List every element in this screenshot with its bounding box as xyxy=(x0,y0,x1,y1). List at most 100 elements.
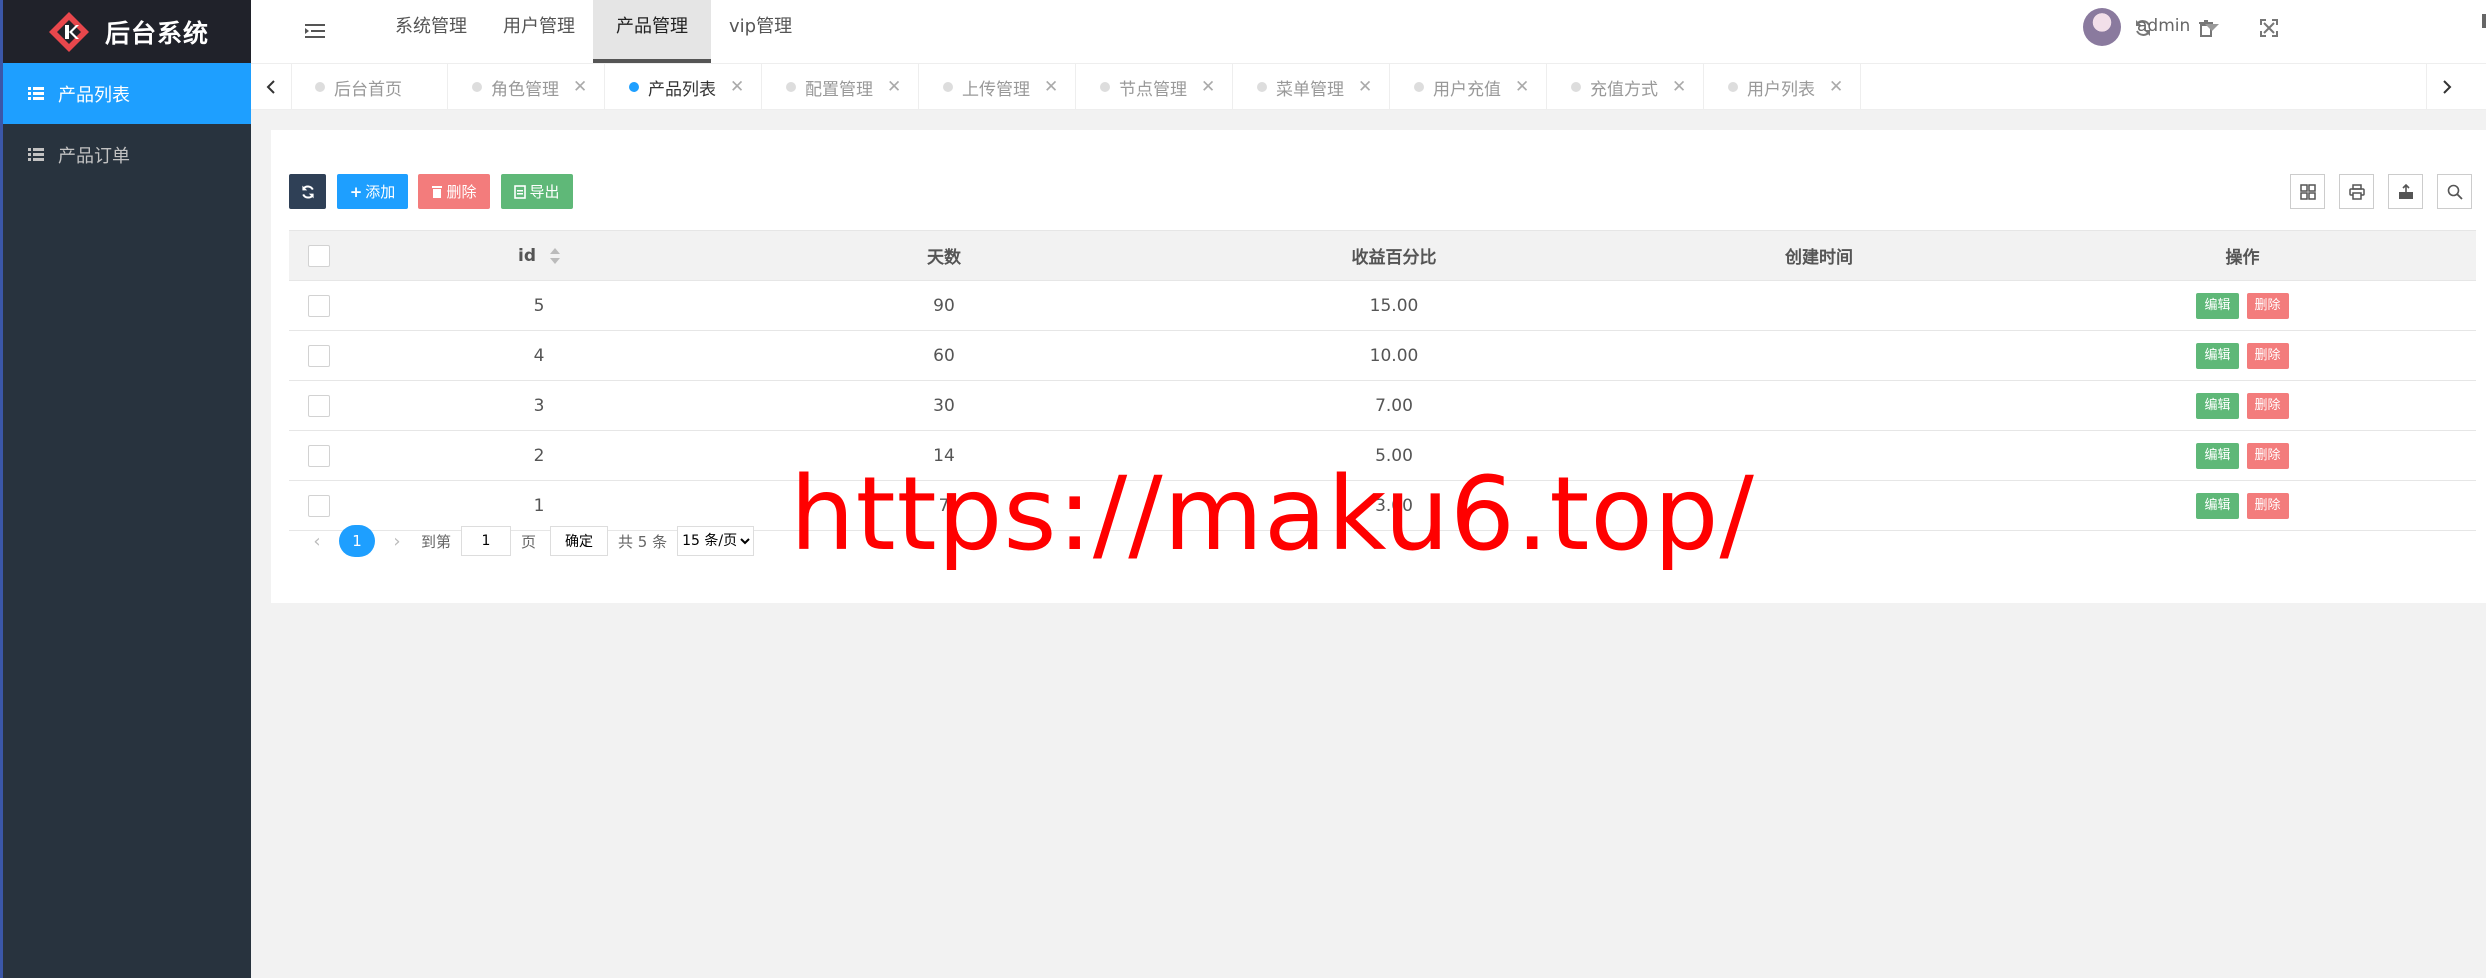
tab-home[interactable]: 后台首页 xyxy=(291,64,448,110)
cell-created xyxy=(1629,280,2009,331)
total-count: 共 5 条 xyxy=(618,532,668,551)
tab-dot xyxy=(1571,82,1581,92)
row-select-cell xyxy=(289,430,349,481)
cell-created xyxy=(1629,380,2009,431)
row-checkbox[interactable] xyxy=(308,394,330,417)
close-icon[interactable]: ✕ xyxy=(1044,77,1058,97)
row-delete-button[interactable]: 删除 xyxy=(2246,392,2289,419)
add-button[interactable]: + 添加 xyxy=(337,174,408,209)
tab-scroll-right[interactable] xyxy=(2426,64,2467,110)
columns-button[interactable] xyxy=(2290,174,2325,209)
table-row: 5 90 15.00 编辑 删除 xyxy=(289,280,2476,331)
select-all-checkbox[interactable] xyxy=(308,244,330,267)
sort-icon[interactable] xyxy=(550,247,560,264)
row-delete-button[interactable]: 删除 xyxy=(2246,492,2289,519)
export-file-button[interactable] xyxy=(2388,174,2423,209)
goto-page-input[interactable] xyxy=(461,526,512,556)
pagination: ‹ 1 › 到第 页 确定 共 5 条 15 条/页 xyxy=(307,525,755,557)
edit-button[interactable]: 编辑 xyxy=(2196,342,2239,369)
sidebar-item-product-list[interactable]: 产品列表 xyxy=(3,63,251,124)
tab-label: 节点管理 xyxy=(1119,79,1187,100)
chevron-down-icon[interactable] xyxy=(2205,24,2219,31)
cell-days: 60 xyxy=(729,330,1159,381)
row-select-cell xyxy=(289,480,349,531)
goto-label: 到第 xyxy=(421,532,452,551)
row-delete-button[interactable]: 删除 xyxy=(2246,292,2289,319)
close-icon[interactable]: ✕ xyxy=(573,77,587,97)
page-number-current[interactable]: 1 xyxy=(339,525,375,557)
list-icon xyxy=(28,148,44,161)
export-button[interactable]: 导出 xyxy=(501,174,573,209)
close-icon[interactable]: ✕ xyxy=(1358,77,1372,97)
avatar[interactable] xyxy=(2083,8,2121,46)
column-header-created: 创建时间 xyxy=(1629,230,2009,281)
row-delete-button[interactable]: 删除 xyxy=(2246,342,2289,369)
close-icon[interactable]: ✕ xyxy=(1201,77,1215,97)
edit-button[interactable]: 编辑 xyxy=(2196,442,2239,469)
sidebar-item-label: 产品订单 xyxy=(58,145,130,167)
top-nav: 系统管理 用户管理 产品管理 vip管理 xyxy=(377,0,810,63)
column-header-id[interactable]: id xyxy=(349,230,729,281)
column-header-rate: 收益百分比 xyxy=(1159,230,1629,281)
row-checkbox[interactable] xyxy=(308,294,330,317)
tab-user-recharge[interactable]: 用户充值 ✕ xyxy=(1390,64,1547,110)
cell-actions: 编辑 删除 xyxy=(2009,330,2476,381)
print-button[interactable] xyxy=(2339,174,2374,209)
edit-button[interactable]: 编辑 xyxy=(2196,492,2239,519)
tab-dot xyxy=(1100,82,1110,92)
tab-upload[interactable]: 上传管理 ✕ xyxy=(919,64,1076,110)
tab-dot xyxy=(943,82,953,92)
refresh-button[interactable] xyxy=(289,174,326,209)
export-file-icon xyxy=(2398,183,2413,199)
row-checkbox[interactable] xyxy=(308,344,330,367)
more-icon[interactable] xyxy=(2482,14,2486,28)
tab-user-list[interactable]: 用户列表 ✕ xyxy=(1704,64,1861,110)
edit-button[interactable]: 编辑 xyxy=(2196,392,2239,419)
tab-label: 菜单管理 xyxy=(1276,79,1344,100)
logo-icon xyxy=(49,11,89,52)
tab-dot xyxy=(786,82,796,92)
app-title: 后台系统 xyxy=(105,18,210,48)
edit-button[interactable]: 编辑 xyxy=(2196,292,2239,319)
tab-roles[interactable]: 角色管理 ✕ xyxy=(448,64,605,110)
tab-menus[interactable]: 菜单管理 ✕ xyxy=(1233,64,1390,110)
delete-button[interactable]: 删除 xyxy=(418,174,490,209)
tab-label: 用户充值 xyxy=(1433,79,1501,100)
next-page-icon[interactable]: › xyxy=(387,531,407,552)
user-name[interactable]: admin xyxy=(2137,16,2190,36)
table-row: 3 30 7.00 编辑 删除 xyxy=(289,380,2476,431)
tab-config[interactable]: 配置管理 ✕ xyxy=(762,64,919,110)
fullscreen-icon[interactable] xyxy=(2259,18,2279,38)
tab-scroll-left[interactable] xyxy=(251,64,292,110)
close-icon[interactable]: ✕ xyxy=(1515,77,1529,97)
sidebar-item-product-orders[interactable]: 产品订单 xyxy=(3,124,251,185)
goto-confirm-button[interactable]: 确定 xyxy=(550,526,609,556)
page-size-select[interactable]: 15 条/页 xyxy=(677,526,755,556)
cell-actions: 编辑 删除 xyxy=(2009,430,2476,481)
row-checkbox[interactable] xyxy=(308,444,330,467)
prev-page-icon[interactable]: ‹ xyxy=(307,531,327,552)
search-button[interactable] xyxy=(2437,174,2472,209)
close-icon[interactable]: ✕ xyxy=(887,77,901,97)
cell-actions: 编辑 删除 xyxy=(2009,280,2476,331)
tab-recharge-methods[interactable]: 充值方式 ✕ xyxy=(1547,64,1704,110)
nav-vip-manage[interactable]: vip管理 xyxy=(711,0,810,63)
menu-toggle-icon[interactable] xyxy=(305,22,325,40)
close-icon[interactable]: ✕ xyxy=(1672,77,1686,97)
sidebar-item-label: 产品列表 xyxy=(58,84,130,106)
nav-user-manage[interactable]: 用户管理 xyxy=(485,0,593,63)
nav-system-manage[interactable]: 系统管理 xyxy=(377,0,485,63)
close-icon[interactable]: ✕ xyxy=(730,77,744,97)
tab-label: 产品列表 xyxy=(648,79,716,100)
tab-product-list[interactable]: 产品列表 ✕ xyxy=(605,64,762,110)
columns-icon xyxy=(2299,183,2316,200)
row-select-cell xyxy=(289,280,349,331)
cell-actions: 编辑 删除 xyxy=(2009,480,2476,531)
row-checkbox[interactable] xyxy=(308,494,330,517)
cell-id: 2 xyxy=(349,430,729,481)
row-delete-button[interactable]: 删除 xyxy=(2246,442,2289,469)
nav-product-manage[interactable]: 产品管理 xyxy=(593,0,711,63)
tab-nodes[interactable]: 节点管理 ✕ xyxy=(1076,64,1233,110)
chevron-right-icon xyxy=(2443,80,2452,94)
close-icon[interactable]: ✕ xyxy=(1829,77,1843,97)
